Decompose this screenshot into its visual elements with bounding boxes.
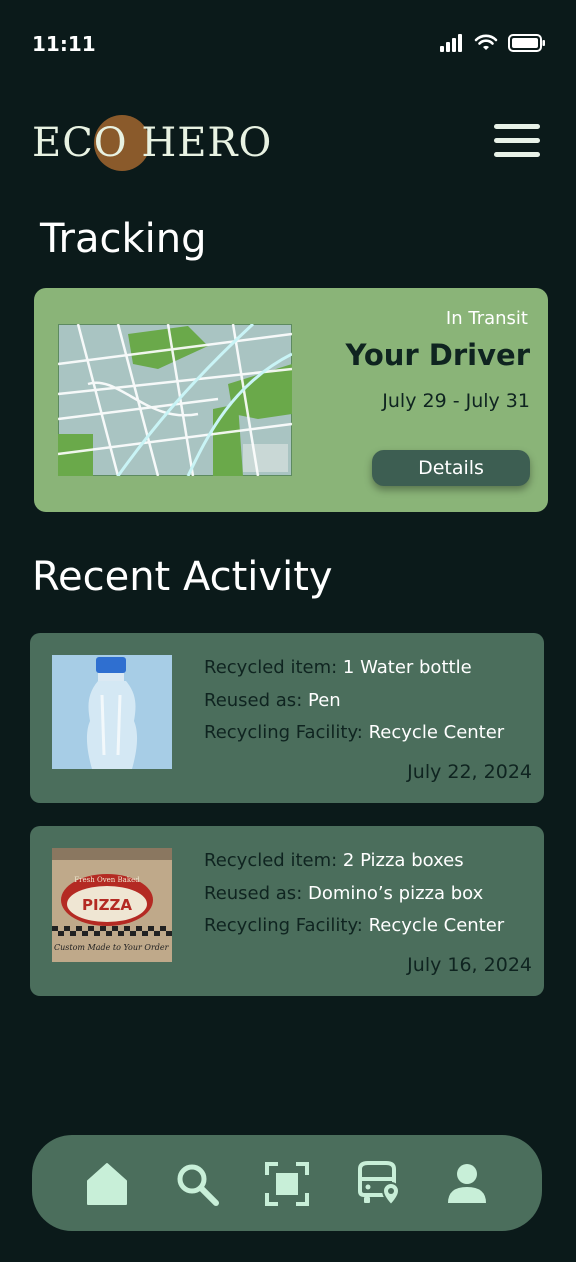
bottom-nav (32, 1135, 542, 1231)
pizza-bottom-text: Custom Made to Your Order (54, 943, 170, 952)
reused-as-value: Domino’s pizza box (308, 883, 484, 904)
status-time: 11:11 (32, 32, 96, 56)
activity-date: July 22, 2024 (407, 761, 532, 783)
logo-text: ECO HERO (32, 120, 273, 166)
hamburger-menu-icon[interactable] (494, 124, 540, 162)
wifi-icon (474, 34, 498, 50)
map-thumbnail[interactable] (58, 324, 292, 476)
pizza-brand-text: PIZZA (82, 896, 132, 914)
reused-as-line: Reused as: Domino’s pizza box (204, 883, 483, 904)
activity-date: July 16, 2024 (407, 954, 532, 976)
activity-card[interactable]: Recycled item: 1 Water bottle Reused as:… (30, 633, 544, 803)
pizza-top-text: Fresh Oven Baked (74, 876, 140, 884)
bus-location-icon[interactable] (356, 1161, 402, 1207)
tracking-title: Tracking (40, 216, 207, 262)
facility-line: Recycling Facility: Recycle Center (204, 722, 504, 743)
tracking-card[interactable]: In Transit Your Driver July 29 - July 31… (34, 288, 548, 512)
recycled-item-value: 1 Water bottle (342, 657, 472, 678)
scan-icon[interactable] (264, 1161, 310, 1207)
reused-as-label: Reused as: (204, 690, 303, 711)
status-bar: 11:11 (0, 0, 576, 90)
facility-label: Recycling Facility: (204, 915, 363, 936)
recent-activity-title: Recent Activity (32, 554, 333, 600)
battery-icon (508, 34, 545, 52)
facility-line: Recycling Facility: Recycle Center (204, 915, 504, 936)
reused-as-value: Pen (308, 690, 341, 711)
details-button[interactable]: Details (372, 450, 530, 486)
recycled-item-label: Recycled item: (204, 850, 338, 871)
activity-card[interactable]: PIZZA Fresh Oven Baked Custom Made to Yo… (30, 826, 544, 996)
recycled-item-value: 2 Pizza boxes (342, 850, 464, 871)
reused-as-line: Reused as: Pen (204, 690, 341, 711)
facility-value: Recycle Center (368, 915, 505, 936)
profile-icon[interactable] (444, 1161, 490, 1207)
facility-label: Recycling Facility: (204, 722, 363, 743)
signal-icon (440, 34, 462, 52)
status-icons (440, 34, 546, 52)
search-icon[interactable] (174, 1161, 220, 1207)
recycled-item-label: Recycled item: (204, 657, 338, 678)
water-bottle-image (52, 655, 172, 769)
pizza-box-image: PIZZA Fresh Oven Baked Custom Made to Yo… (52, 848, 172, 962)
home-icon[interactable] (84, 1161, 130, 1207)
reused-as-label: Reused as: (204, 883, 303, 904)
driver-label: Your Driver (345, 338, 531, 372)
tracking-status: In Transit (445, 308, 528, 329)
facility-value: Recycle Center (368, 722, 505, 743)
app-logo[interactable]: ECO HERO (32, 112, 271, 176)
delivery-dates: July 29 - July 31 (382, 390, 530, 412)
recycled-item-line: Recycled item: 2 Pizza boxes (204, 850, 464, 871)
recycled-item-line: Recycled item: 1 Water bottle (204, 657, 472, 678)
